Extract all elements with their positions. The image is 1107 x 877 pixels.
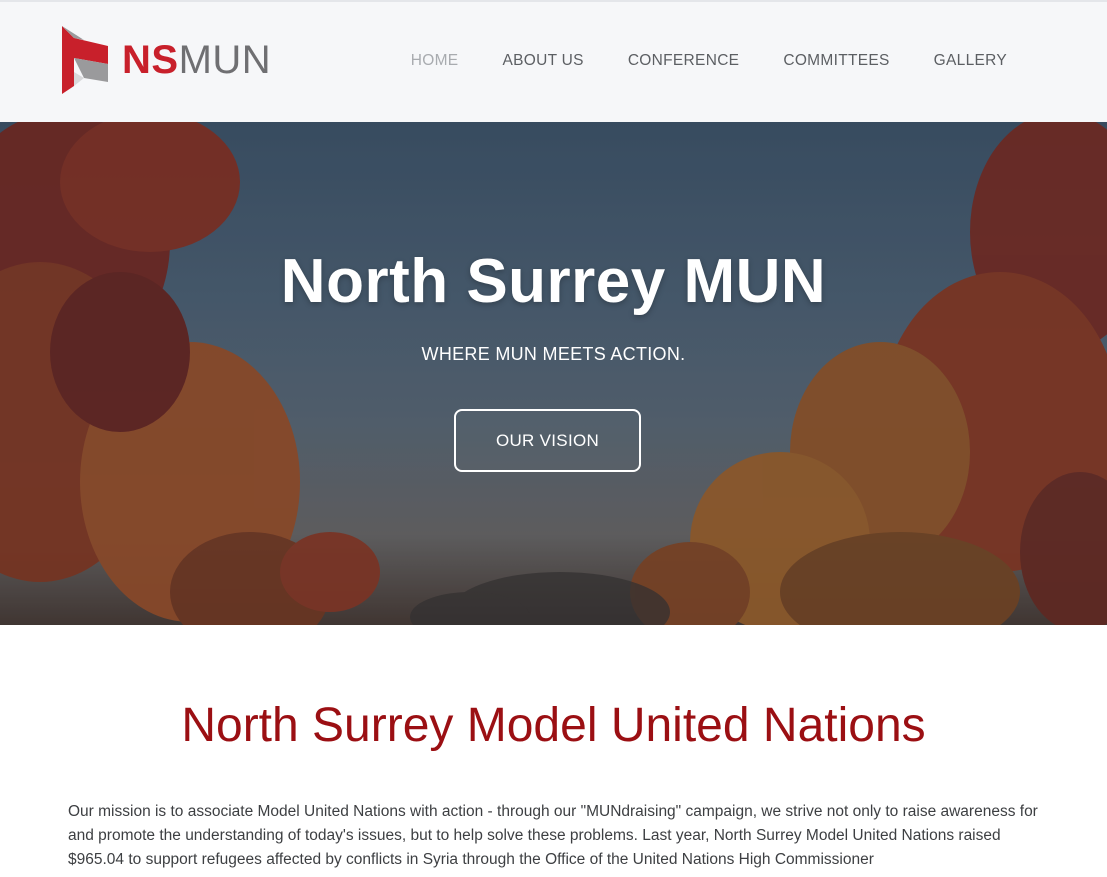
hero-subtitle: WHERE MUN MEETS ACTION.: [421, 344, 686, 364]
logo-wordmark: NSMUN: [122, 40, 271, 80]
nav-committees[interactable]: COMMITTEES: [783, 52, 889, 70]
nsmun-logo-icon: [62, 26, 108, 94]
mission-paragraph: Our mission is to associate Model United…: [68, 803, 1038, 868]
logo-mun-text: MUN: [178, 38, 272, 82]
our-vision-button[interactable]: OUR VISION: [454, 409, 641, 472]
main-nav: HOME ABOUT US CONFERENCE COMMITTEES GALL…: [411, 52, 1007, 70]
section-title: North Surrey Model United Nations: [181, 699, 926, 752]
site-header: NSMUN HOME ABOUT US CONFERENCE COMMITTEE…: [0, 0, 1107, 122]
nav-conference[interactable]: CONFERENCE: [628, 52, 740, 70]
nav-home[interactable]: HOME: [411, 52, 459, 70]
hero-banner: North Surrey MUN WHERE MUN MEETS ACTION.…: [0, 122, 1107, 625]
logo-ns-text: NS: [122, 38, 179, 82]
hero-title: North Surrey MUN: [280, 247, 827, 316]
hero-overlay: [0, 122, 1107, 625]
nav-about-us[interactable]: ABOUT US: [502, 52, 583, 70]
nav-gallery[interactable]: GALLERY: [934, 52, 1007, 70]
site-logo[interactable]: NSMUN: [58, 24, 271, 96]
